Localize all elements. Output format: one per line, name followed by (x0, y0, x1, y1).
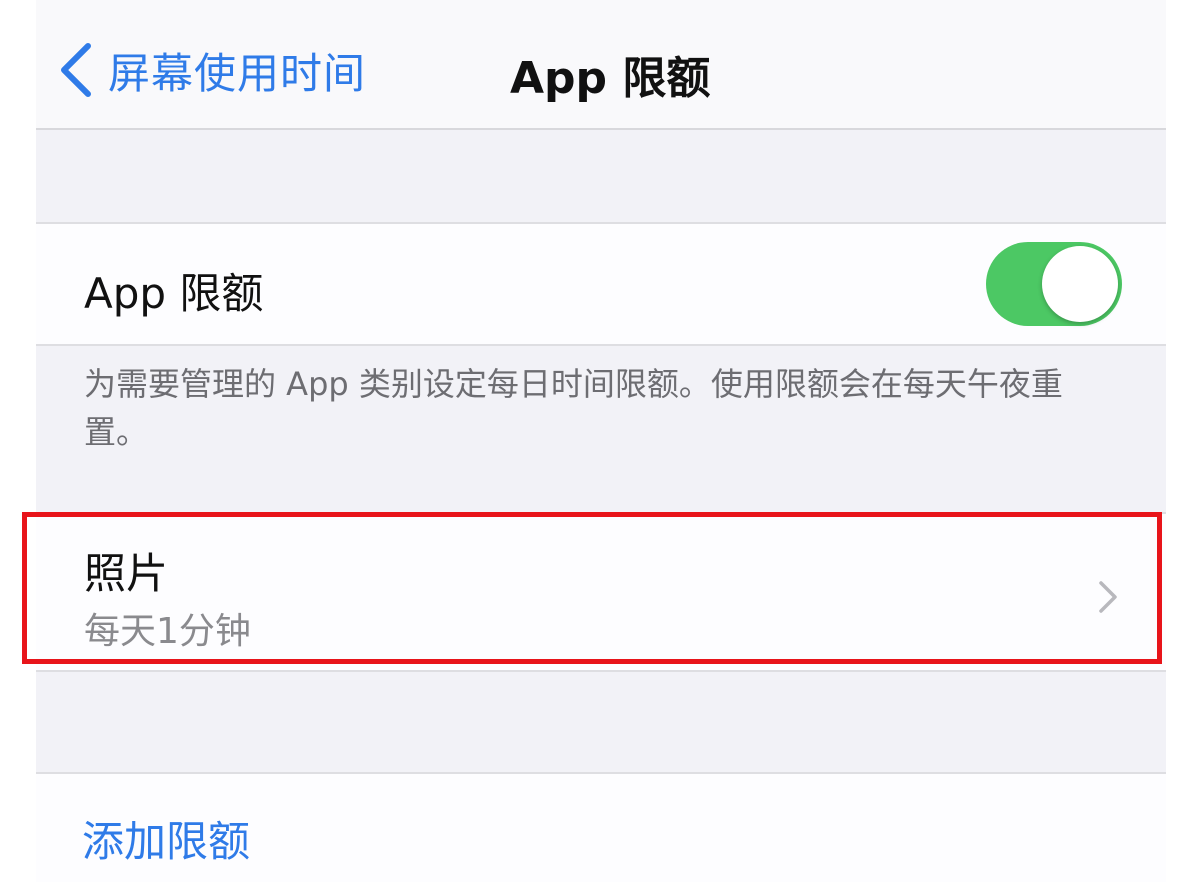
switch-knob (1042, 246, 1118, 322)
page-title: App 限额 (510, 53, 711, 104)
limit-item-photos[interactable]: 照片 每天1分钟 (36, 512, 1166, 672)
navigation-bar: 屏幕使用时间 App 限额 (36, 0, 1166, 130)
back-button[interactable]: 屏幕使用时间 (58, 38, 366, 102)
section-footer-note: 为需要管理的 App 类别设定每日时间限额。使用限额会在每天午夜重置。 (84, 365, 1063, 451)
limit-item-title: 照片 (84, 549, 169, 598)
back-button-label: 屏幕使用时间 (108, 48, 367, 98)
app-limits-toggle-row: App 限额 (36, 222, 1166, 346)
app-limits-label: App 限额 (84, 269, 264, 318)
chevron-left-icon (61, 43, 91, 97)
limit-item-subtitle: 每天1分钟 (84, 611, 251, 652)
add-limit-row[interactable]: 添加限额 (36, 772, 1166, 882)
add-limit-button[interactable]: 添加限额 (82, 808, 250, 869)
chevron-right-icon (1099, 581, 1117, 613)
app-limits-switch[interactable] (986, 242, 1122, 326)
settings-screen: 屏幕使用时间 App 限额 App 限额 为需要管理的 App 类别设定每日时间… (36, 0, 1166, 882)
